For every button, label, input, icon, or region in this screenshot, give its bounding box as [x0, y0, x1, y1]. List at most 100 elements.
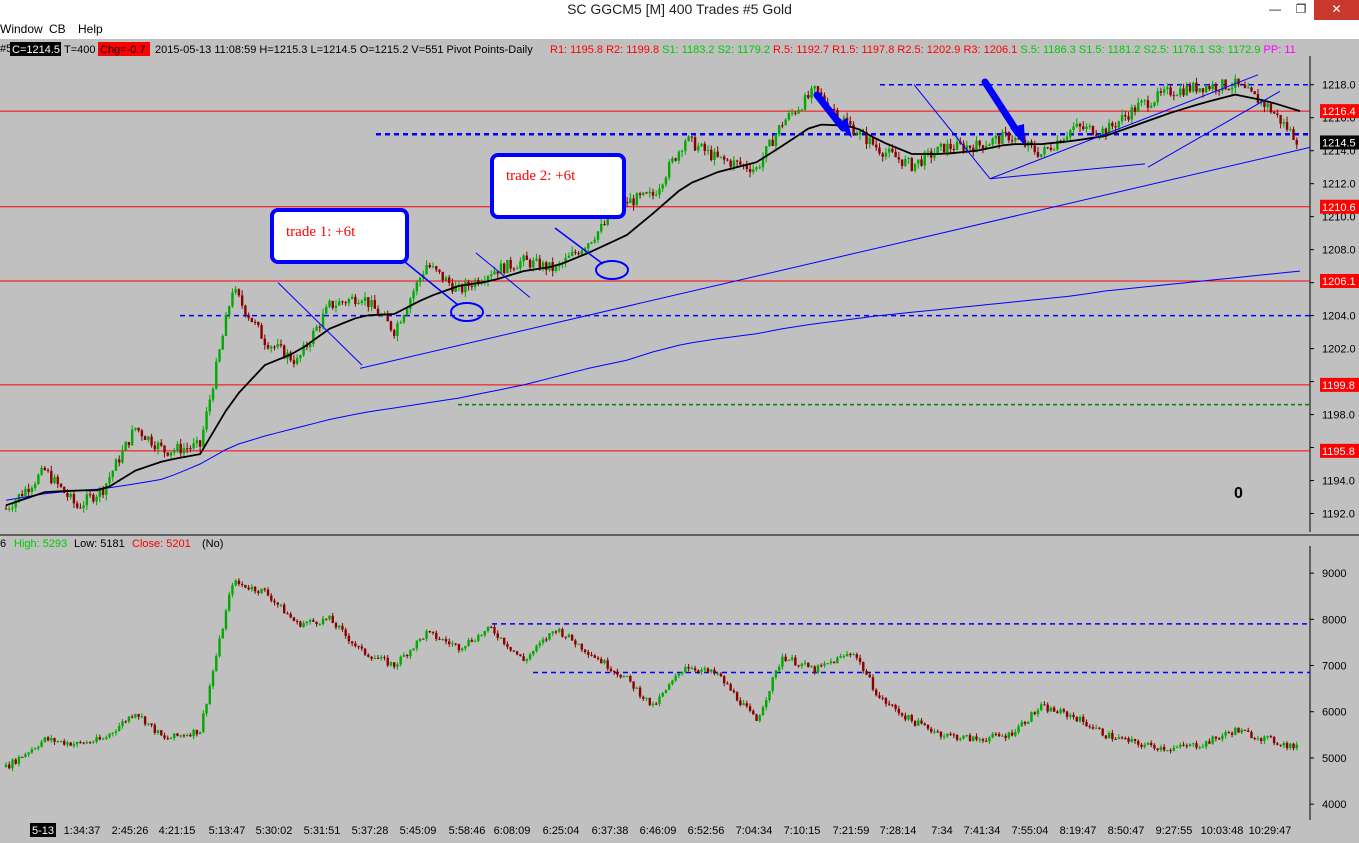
candle-body — [402, 654, 406, 657]
candle-body — [176, 444, 179, 451]
candle-body — [713, 151, 716, 160]
candle-body — [545, 262, 548, 271]
candle-body — [244, 305, 247, 315]
close-button[interactable]: ✕ — [1314, 0, 1359, 20]
candle-body — [295, 358, 299, 364]
candle-body — [276, 344, 279, 347]
candle-body — [1120, 115, 1124, 122]
candle-body — [59, 740, 63, 742]
candle-body — [27, 752, 30, 755]
candle-body — [968, 735, 972, 742]
candle-body — [635, 193, 639, 206]
candle-body — [897, 157, 901, 160]
menu-cb[interactable]: CB — [49, 22, 66, 36]
candle-body — [396, 323, 399, 336]
candle-body — [334, 623, 338, 628]
candle-body — [266, 344, 270, 349]
candle-body — [1253, 737, 1256, 739]
candle-body — [606, 660, 609, 669]
pivot-4: R.5: 1192.7 — [770, 44, 829, 56]
candle-body — [752, 169, 755, 173]
candle-body — [897, 708, 901, 714]
candle-body — [1101, 128, 1104, 136]
candle-body — [20, 493, 24, 497]
candle-body — [1195, 743, 1198, 748]
candle-body — [127, 716, 131, 722]
time-tick-label: 5:45:09 — [400, 825, 437, 837]
pivot-6: R2.5: 1202.9 — [894, 44, 960, 56]
candle-body — [363, 297, 367, 301]
candle-body — [557, 629, 561, 632]
candle-body — [1272, 112, 1276, 114]
candle-body — [590, 242, 593, 244]
candle-body — [1133, 739, 1137, 742]
candle-body — [1259, 738, 1263, 741]
candle-body — [587, 243, 590, 249]
candle-body — [153, 724, 157, 733]
menu-window[interactable]: Window — [0, 22, 43, 36]
y-tick-label: 1208.0 — [1322, 245, 1356, 257]
candle-body — [745, 703, 749, 707]
candle-body — [370, 300, 373, 307]
candle-body — [661, 692, 664, 697]
candle-body — [1266, 103, 1269, 107]
candle-body — [697, 670, 700, 672]
candle-body — [1198, 88, 1201, 92]
candle-body — [318, 624, 321, 626]
time-axis: 5-13 1:34:37 2:45:26 4:21:15 5:13:47 5:30:02 5… — [0, 821, 1359, 838]
candle-body — [1192, 743, 1195, 745]
candle-body — [988, 144, 991, 146]
minimize-button[interactable]: — — [1262, 0, 1288, 20]
candle-body — [331, 300, 334, 308]
candle-body — [108, 733, 111, 738]
candle-body — [257, 322, 260, 326]
candle-body — [852, 124, 855, 136]
candle-body — [1010, 732, 1014, 736]
candle-body — [425, 264, 428, 275]
candle-body — [1269, 103, 1273, 113]
candle-body — [105, 483, 108, 495]
candle-body — [20, 756, 24, 758]
candle-body — [525, 255, 529, 260]
candle-body — [535, 645, 538, 651]
candle-body — [1195, 82, 1198, 92]
candle-body — [451, 643, 454, 645]
chart-area[interactable]: #5 C=1214.5 T=400 Chg=-0.7 2015-05-13 11… — [0, 39, 1359, 821]
candle-body — [1247, 730, 1250, 732]
candle-body — [739, 161, 742, 165]
candle-body — [832, 661, 836, 664]
candle-body — [939, 143, 943, 147]
candle-body — [787, 113, 791, 120]
time-tick-label: 7:41:34 — [964, 825, 1001, 837]
lower-high-text: High: 5293 — [14, 538, 67, 550]
candle-body — [1234, 727, 1237, 735]
candle-body — [684, 140, 687, 151]
pivot-1: R2: 1199.8 — [603, 44, 659, 56]
trade1-label: trade 1: +6t — [286, 224, 356, 240]
candle-body — [765, 699, 768, 708]
candle-body — [955, 735, 959, 740]
candle-body — [95, 737, 98, 742]
candle-body — [1211, 736, 1214, 744]
candle-body — [438, 269, 441, 272]
candle-body — [130, 716, 134, 718]
candle-body — [195, 440, 199, 444]
candle-body — [43, 467, 47, 471]
candle-body — [1065, 136, 1069, 140]
restore-button[interactable]: ❐ — [1288, 0, 1314, 20]
candle-body — [234, 580, 237, 586]
candle-body — [651, 703, 655, 706]
candle-body — [315, 326, 318, 331]
time-tick-label: 7:28:14 — [880, 825, 917, 837]
menu-help[interactable]: Help — [78, 22, 103, 36]
candle-body — [755, 714, 758, 721]
candle-body — [470, 286, 474, 288]
candle-body — [69, 742, 72, 746]
candle-body — [1065, 711, 1069, 717]
candle-body — [8, 764, 11, 769]
info-bar: #5 C=1214.5 T=400 Chg=-0.7 2015-05-13 11… — [0, 42, 1296, 56]
candle-body — [1292, 129, 1295, 140]
candle-body — [803, 662, 807, 664]
candle-body — [72, 744, 76, 746]
candle-body — [1085, 721, 1088, 727]
